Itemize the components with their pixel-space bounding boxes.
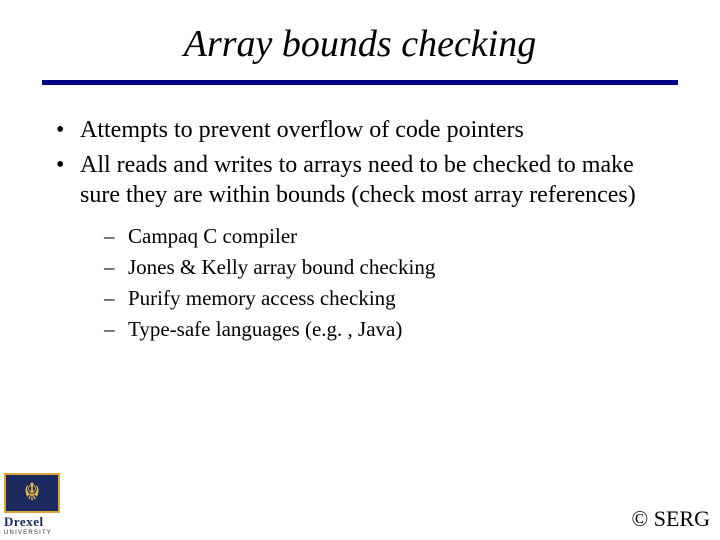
logo-subtext: UNIVERSITY xyxy=(4,530,68,536)
sub-bullet-text: Type-safe languages (e.g. , Java) xyxy=(128,317,402,341)
sub-bullet-list: Campaq C compiler Jones & Kelly array bo… xyxy=(100,223,670,343)
dragon-icon: ☬ xyxy=(23,481,40,505)
slide-body: Attempts to prevent overflow of code poi… xyxy=(0,85,720,343)
sub-bullet-item: Type-safe languages (e.g. , Java) xyxy=(100,316,670,343)
sub-bullet-text: Purify memory access checking xyxy=(128,286,396,310)
copyright-text: © SERG xyxy=(632,506,710,532)
bullet-text: All reads and writes to arrays need to b… xyxy=(80,152,636,209)
logo-box: ☬ xyxy=(4,473,60,513)
drexel-logo: ☬ Drexel UNIVERSITY xyxy=(4,473,68,536)
bullet-text: Attempts to prevent overflow of code poi… xyxy=(80,117,524,143)
sub-bullet-text: Jones & Kelly array bound checking xyxy=(128,255,435,279)
bullet-list: Attempts to prevent overflow of code poi… xyxy=(50,115,670,343)
sub-bullet-item: Jones & Kelly array bound checking xyxy=(100,254,670,281)
slide: Array bounds checking Attempts to preven… xyxy=(0,0,720,540)
sub-bullet-item: Purify memory access checking xyxy=(100,285,670,312)
logo-name: Drexel xyxy=(4,514,68,530)
slide-title: Array bounds checking xyxy=(0,0,720,66)
bullet-item: Attempts to prevent overflow of code poi… xyxy=(50,115,670,146)
sub-bullet-item: Campaq C compiler xyxy=(100,223,670,250)
sub-bullet-text: Campaq C compiler xyxy=(128,224,297,248)
bullet-item: All reads and writes to arrays need to b… xyxy=(50,150,670,343)
